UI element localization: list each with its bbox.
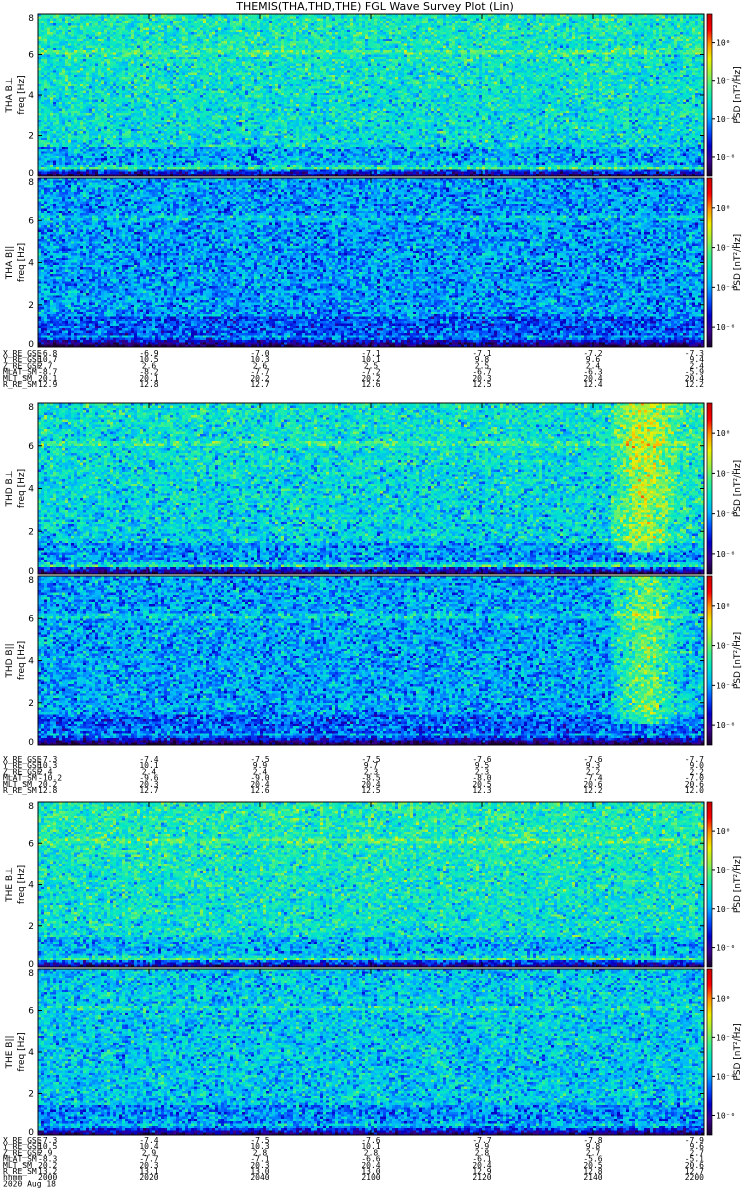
spectrogram-the-b⊥: [38, 802, 704, 967]
y-tick-label: 4: [28, 657, 34, 667]
y-tick-label: 8: [28, 14, 34, 24]
ephemeris-value: 2140: [583, 1173, 602, 1182]
wave-survey-plot: 02468THA B⊥ freq [Hz]10⁰10⁻²10⁻⁴10⁻⁶PSD […: [3, 13, 743, 1188]
ephemeris-value: 12.0: [685, 786, 704, 795]
ephemeris-label: R_RE_SM: [3, 786, 37, 795]
colorbar-tick-label: 10⁻⁶: [716, 153, 735, 162]
y-axis-label: freq [Hz]: [17, 641, 27, 680]
y-axis-label: freq [Hz]: [17, 243, 27, 282]
ephemeris-value: 12.9: [38, 380, 57, 389]
ephemeris-value: 2100: [361, 1173, 380, 1182]
colorbar-label: PSD [nT²/Hz]: [733, 66, 743, 123]
colorbar-label: PSD [nT²/Hz]: [733, 632, 743, 689]
y-axis-label: freq [Hz]: [17, 1032, 27, 1071]
ephemeris-value: 12.8: [139, 380, 158, 389]
y-tick-label: 4: [28, 485, 34, 495]
y-axis-label: freq [Hz]: [17, 865, 27, 904]
ephemeris-value: 12.8: [38, 786, 57, 795]
spectrogram-thd-b⊥: [38, 403, 704, 574]
colorbar-label: PSD [nT²/Hz]: [733, 234, 743, 291]
date-label: 2020 Aug 18: [3, 1179, 56, 1188]
colorbar-tick-label: 10⁰: [716, 429, 730, 438]
colorbar-tick-label: 10⁰: [716, 204, 730, 213]
spectrogram-tha-b⊥: [38, 14, 704, 176]
colorbar: [707, 969, 712, 1135]
colorbar: [707, 178, 712, 347]
colorbar: [707, 576, 712, 745]
spectrogram-the-b||: [38, 969, 704, 1135]
y-tick-label: 0: [28, 738, 34, 748]
colorbar-label: PSD [nT²/Hz]: [733, 856, 743, 913]
ephemeris-value: 2120: [472, 1173, 491, 1182]
panel-label: THE B⊥: [5, 867, 15, 903]
ephemeris-value: 12.2: [583, 786, 602, 795]
y-tick-label: 6: [28, 442, 34, 452]
ephemeris-value: 12.5: [472, 380, 491, 389]
y-tick-label: 2: [28, 922, 34, 932]
y-tick-label: 8: [28, 178, 34, 188]
panel-label: THA B⊥: [5, 77, 15, 113]
ephemeris-value: 12.6: [250, 786, 269, 795]
y-tick-label: 2: [28, 699, 34, 709]
colorbar-label: PSD [nT²/Hz]: [733, 460, 743, 517]
ephemeris-value: 12.2: [685, 380, 704, 389]
y-tick-label: 4: [28, 91, 34, 101]
ephemeris-value: 12.4: [583, 380, 602, 389]
ephemeris-value: 12.7: [250, 380, 269, 389]
y-tick-label: 6: [28, 216, 34, 226]
colorbar-tick-label: 10⁰: [716, 602, 730, 611]
y-axis-label: freq [Hz]: [17, 469, 27, 508]
y-tick-label: 2: [28, 1090, 34, 1100]
y-tick-label: 6: [28, 51, 34, 61]
colorbar-tick-label: 10⁰: [716, 39, 730, 48]
y-tick-label: 8: [28, 969, 34, 979]
spectrogram-thd-b||: [38, 576, 704, 745]
ephemeris-value: 12.3: [472, 786, 491, 795]
colorbar-label: PSD [nT²/Hz]: [733, 1023, 743, 1080]
colorbar-tick-label: 10⁻⁶: [716, 1111, 735, 1120]
y-tick-label: 4: [28, 259, 34, 269]
y-tick-label: 8: [28, 802, 34, 812]
panel-label: THE B||: [5, 1035, 15, 1069]
y-axis-label: freq [Hz]: [17, 75, 27, 114]
ephemeris-value: 2020: [139, 1173, 158, 1182]
colorbar-tick-label: 10⁻⁶: [716, 944, 735, 953]
y-tick-label: 8: [28, 403, 34, 413]
colorbar-tick-label: 10⁰: [716, 827, 730, 836]
y-tick-label: 2: [28, 301, 34, 311]
y-tick-label: 8: [28, 576, 34, 586]
colorbar-tick-label: 10⁻⁶: [716, 323, 735, 332]
y-tick-label: 2: [28, 132, 34, 142]
ephemeris-value: 12.6: [361, 380, 380, 389]
y-tick-label: 6: [28, 1007, 34, 1017]
ephemeris-label: R_RE_SM: [3, 380, 37, 389]
spectrogram-tha-b||: [38, 178, 704, 347]
panel-label: THD B||: [5, 643, 15, 678]
y-tick-label: 4: [28, 1048, 34, 1058]
colorbar-tick-label: 10⁻⁶: [716, 550, 735, 559]
y-tick-label: 6: [28, 839, 34, 849]
panel-label: THD B⊥: [5, 470, 15, 507]
colorbar-tick-label: 10⁰: [716, 994, 730, 1003]
y-tick-label: 4: [28, 881, 34, 891]
colorbar: [707, 403, 712, 574]
colorbar-tick-label: 10⁻⁶: [716, 721, 735, 730]
colorbar: [707, 802, 712, 967]
ephemeris-value: 2200: [685, 1173, 704, 1182]
colorbar: [707, 14, 712, 176]
ephemeris-value: 2040: [250, 1173, 269, 1182]
y-tick-label: 2: [28, 527, 34, 537]
ephemeris-value: 12.5: [361, 786, 380, 795]
y-tick-label: 6: [28, 614, 34, 624]
ephemeris-value: 12.7: [139, 786, 158, 795]
panel-label: THA B||: [5, 246, 15, 281]
